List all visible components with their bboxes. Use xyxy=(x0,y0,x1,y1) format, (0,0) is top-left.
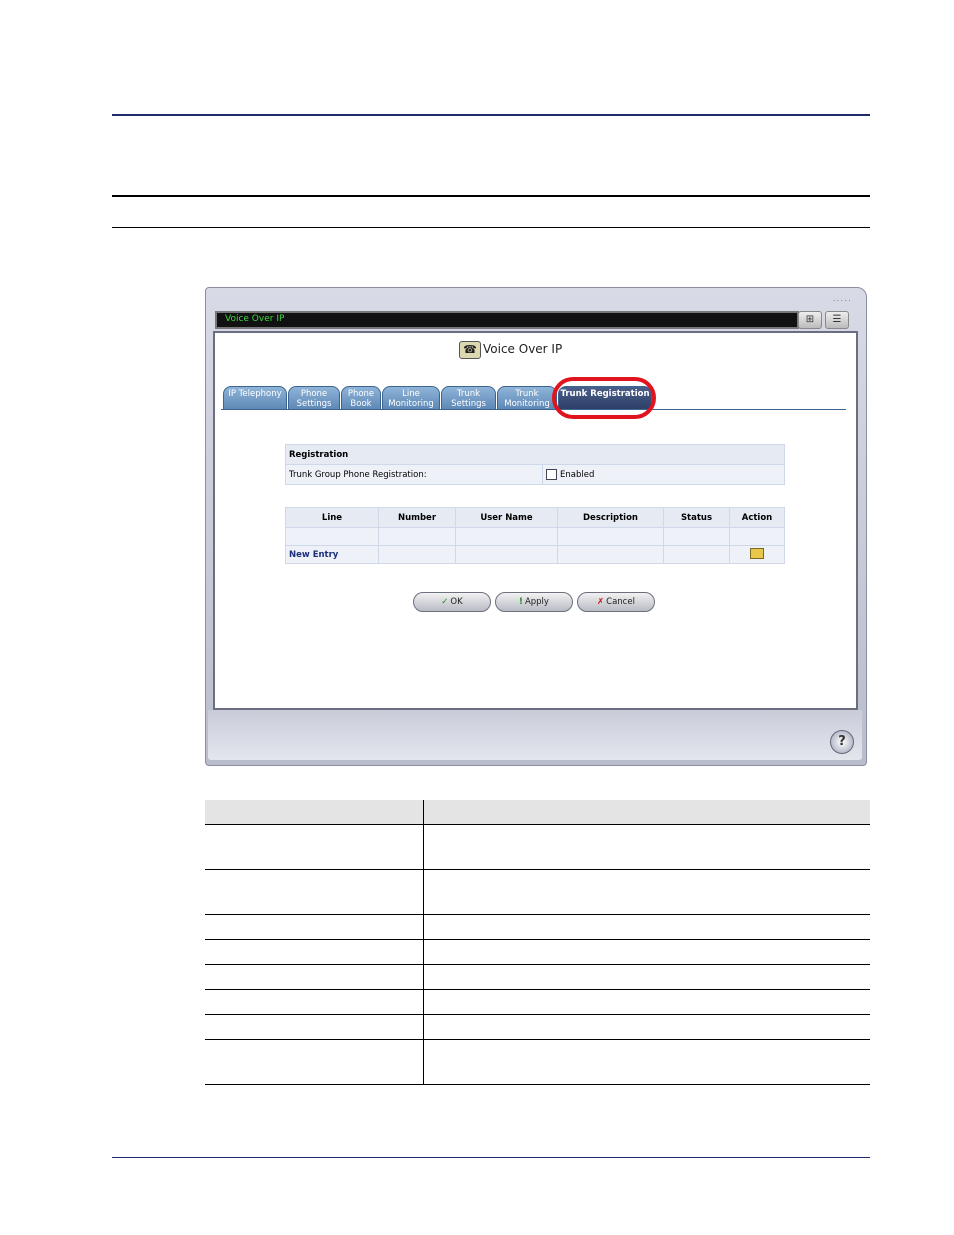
tab-phone-settings[interactable]: Phone Settings xyxy=(288,386,340,410)
section-rule-thin xyxy=(112,227,870,228)
check-icon: ✓ xyxy=(441,597,449,607)
footer-rule xyxy=(112,1157,870,1158)
registration-checkbox-cell: Enabled xyxy=(542,464,785,485)
tab-trunk-monitoring[interactable]: Trunk Monitoring xyxy=(497,386,557,410)
x-icon: ✗ xyxy=(597,597,605,607)
enabled-checkbox[interactable] xyxy=(546,469,557,480)
registration-header: Registration xyxy=(285,444,785,465)
parameter-table xyxy=(205,800,870,1085)
enabled-label: Enabled xyxy=(560,470,595,480)
section-rule xyxy=(112,195,870,197)
col-status: Status xyxy=(663,507,730,528)
table-row xyxy=(285,527,785,546)
lines-table: Line Number User Name Description Status… xyxy=(285,507,785,564)
page-heading: Voice Over IP xyxy=(483,342,563,356)
content-pane: ☎ Voice Over IP IP Telephony Phone Setti… xyxy=(213,331,858,710)
registration-table: Registration Trunk Group Phone Registrat… xyxy=(285,444,785,485)
window-grip[interactable]: ..... xyxy=(833,294,852,304)
tab-line-monitoring[interactable]: Line Monitoring xyxy=(382,386,440,410)
tab-underline xyxy=(221,409,846,410)
cancel-button[interactable]: ✗ Cancel xyxy=(577,592,655,612)
exclamation-icon: ! xyxy=(519,597,523,607)
tab-phone-book[interactable]: Phone Book xyxy=(341,386,381,410)
add-entry-icon[interactable] xyxy=(750,547,764,559)
menu-list-icon[interactable]: ☰ xyxy=(825,311,849,329)
tab-ip-telephony[interactable]: IP Telephony xyxy=(223,386,287,410)
col-number: Number xyxy=(378,507,456,528)
col-user-name: User Name xyxy=(455,507,558,528)
app-window: ..... Voice Over IP ⊞ ☰ ☎ Voice Over IP … xyxy=(205,287,867,766)
window-title: Voice Over IP xyxy=(225,314,285,324)
new-entry-link[interactable]: New Entry xyxy=(285,545,379,564)
page-title: ☎ Voice Over IP xyxy=(459,341,563,359)
network-map-icon[interactable]: ⊞ xyxy=(798,311,822,329)
apply-button[interactable]: ! Apply xyxy=(495,592,573,612)
table-row-new-entry: New Entry xyxy=(285,545,785,564)
tab-trunk-settings[interactable]: Trunk Settings xyxy=(441,386,496,410)
col-description: Description xyxy=(557,507,664,528)
ok-button[interactable]: ✓ OK xyxy=(413,592,491,612)
window-titlebar: Voice Over IP xyxy=(215,311,799,329)
col-line: Line xyxy=(285,507,379,528)
col-action: Action xyxy=(729,507,785,528)
registration-field-label: Trunk Group Phone Registration: xyxy=(285,464,543,485)
window-footer: ? xyxy=(208,710,862,760)
highlight-circle xyxy=(552,377,656,419)
telephone-icon: ☎ xyxy=(459,341,481,359)
header-rule xyxy=(112,114,870,116)
help-button[interactable]: ? xyxy=(830,730,854,754)
